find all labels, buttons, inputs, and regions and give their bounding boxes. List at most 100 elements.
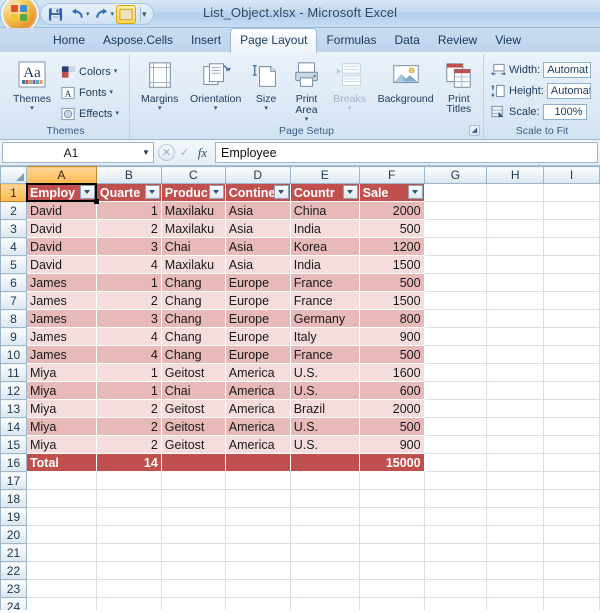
tab-formulas[interactable]: Formulas [317,29,385,52]
row-header-19[interactable]: 19 [0,507,27,526]
cell-product[interactable]: Chai [160,237,226,256]
cell-e[interactable] [289,507,360,526]
cell-a[interactable] [25,525,97,544]
cell-h[interactable] [486,255,545,274]
filter-button-employee[interactable] [79,185,95,199]
cell-continent[interactable]: Asia [224,219,291,238]
cell-a[interactable] [25,543,97,562]
cell-g[interactable] [423,489,488,508]
cell-employee[interactable]: David [25,219,97,238]
cell-h[interactable] [486,273,545,292]
cell-a[interactable] [25,471,97,490]
print-titles-button[interactable]: Print Titles [439,57,479,114]
cell-employee[interactable]: James [25,291,97,310]
cell-c[interactable] [160,471,226,490]
row-header-6[interactable]: 6 [0,273,27,292]
cell-sale[interactable]: 900 [358,435,425,454]
table-header-country[interactable]: Countr [289,183,360,202]
cell-sale[interactable]: 500 [358,345,425,364]
filter-button-continent[interactable] [273,185,289,199]
cell-sale[interactable]: 1200 [358,237,425,256]
row-header-12[interactable]: 12 [0,381,27,400]
cell-continent[interactable]: America [224,399,291,418]
cell-f[interactable] [358,471,425,490]
cell-h[interactable] [486,201,545,220]
cell-h[interactable] [486,471,545,490]
table-header-quarter[interactable]: Quarte [95,183,162,202]
cell-product[interactable]: Chang [160,345,226,364]
cell-i[interactable] [543,453,600,472]
cell-product[interactable]: Geitost [160,399,226,418]
themes-dropdown-icon[interactable]: ▾ [30,105,34,112]
row-header-16[interactable]: 16 [0,453,27,472]
cell-employee[interactable]: Miya [25,435,97,454]
cell-d[interactable] [224,561,291,580]
cell-f[interactable] [358,561,425,580]
row-header-4[interactable]: 4 [0,237,27,256]
cell-quarter[interactable]: 1 [95,201,162,220]
scale-width-value[interactable]: Automat [543,61,592,78]
cell-a[interactable] [25,489,97,508]
cell-i[interactable] [543,201,600,220]
table-header-continent[interactable]: Contine [224,183,291,202]
cell-h[interactable] [486,219,545,238]
cell-g[interactable] [423,327,488,346]
cell-h[interactable] [486,327,545,346]
total-country[interactable] [289,453,360,472]
cell-b[interactable] [95,561,162,580]
row-header-3[interactable]: 3 [0,219,27,238]
cell-country[interactable]: Germany [289,309,360,328]
cell-employee[interactable]: Miya [25,363,97,382]
cell-i[interactable] [543,345,600,364]
cell-i[interactable] [543,435,600,454]
cell-sale[interactable]: 900 [358,327,425,346]
scale-percent-value[interactable]: 100% [542,103,587,120]
cell-c[interactable] [160,597,226,610]
cell-h[interactable] [486,291,545,310]
cell-g[interactable] [423,525,488,544]
cell-i[interactable] [543,579,600,598]
cell-sale[interactable]: 1500 [358,291,425,310]
cell-continent[interactable]: Europe [224,273,291,292]
cell-continent[interactable]: America [224,381,291,400]
cell-g[interactable] [423,345,488,364]
cell-continent[interactable]: Asia [224,201,291,220]
column-header-c[interactable]: C [160,166,226,184]
column-header-b[interactable]: B [95,166,162,184]
tab-data[interactable]: Data [385,29,428,52]
cell-g[interactable] [423,363,488,382]
filter-button-product[interactable] [208,185,224,199]
cell-employee[interactable]: Miya [25,399,97,418]
table-header-employee[interactable]: Employ [25,183,97,202]
cell-i[interactable] [543,417,600,436]
cell-g1[interactable] [423,183,488,202]
cell-i1[interactable] [543,183,600,202]
column-header-a[interactable]: A [25,166,97,184]
name-box-dropdown-icon[interactable]: ▼ [139,148,153,157]
cell-country[interactable]: U.S. [289,363,360,382]
enter-icon[interactable]: ✓ [176,144,193,161]
cell-sale[interactable]: 1600 [358,363,425,382]
row-header-23[interactable]: 23 [0,579,27,598]
theme-effects-button[interactable]: Effects ▾ [58,103,119,124]
cell-employee[interactable]: James [25,273,97,292]
scale-width-row[interactable]: Width: Automat [488,59,592,80]
cell-employee[interactable]: Miya [25,381,97,400]
cell-country[interactable]: U.S. [289,381,360,400]
cell-product[interactable]: Maxilaku [160,219,226,238]
cell-sale[interactable]: 500 [358,219,425,238]
cell-quarter[interactable]: 4 [95,327,162,346]
cell-b[interactable] [95,489,162,508]
cell-country[interactable]: India [289,255,360,274]
cell-quarter[interactable]: 2 [95,399,162,418]
cell-product[interactable]: Chang [160,273,226,292]
row-header-8[interactable]: 8 [0,309,27,328]
column-header-d[interactable]: D [224,166,291,184]
cell-g[interactable] [423,273,488,292]
cell-g[interactable] [423,399,488,418]
print-area-dropdown-icon[interactable]: ▾ [305,116,309,123]
cell-d[interactable] [224,507,291,526]
cell-continent[interactable]: Europe [224,327,291,346]
cell-country[interactable]: France [289,345,360,364]
theme-fonts-button[interactable]: A Fonts ▾ [58,82,119,103]
